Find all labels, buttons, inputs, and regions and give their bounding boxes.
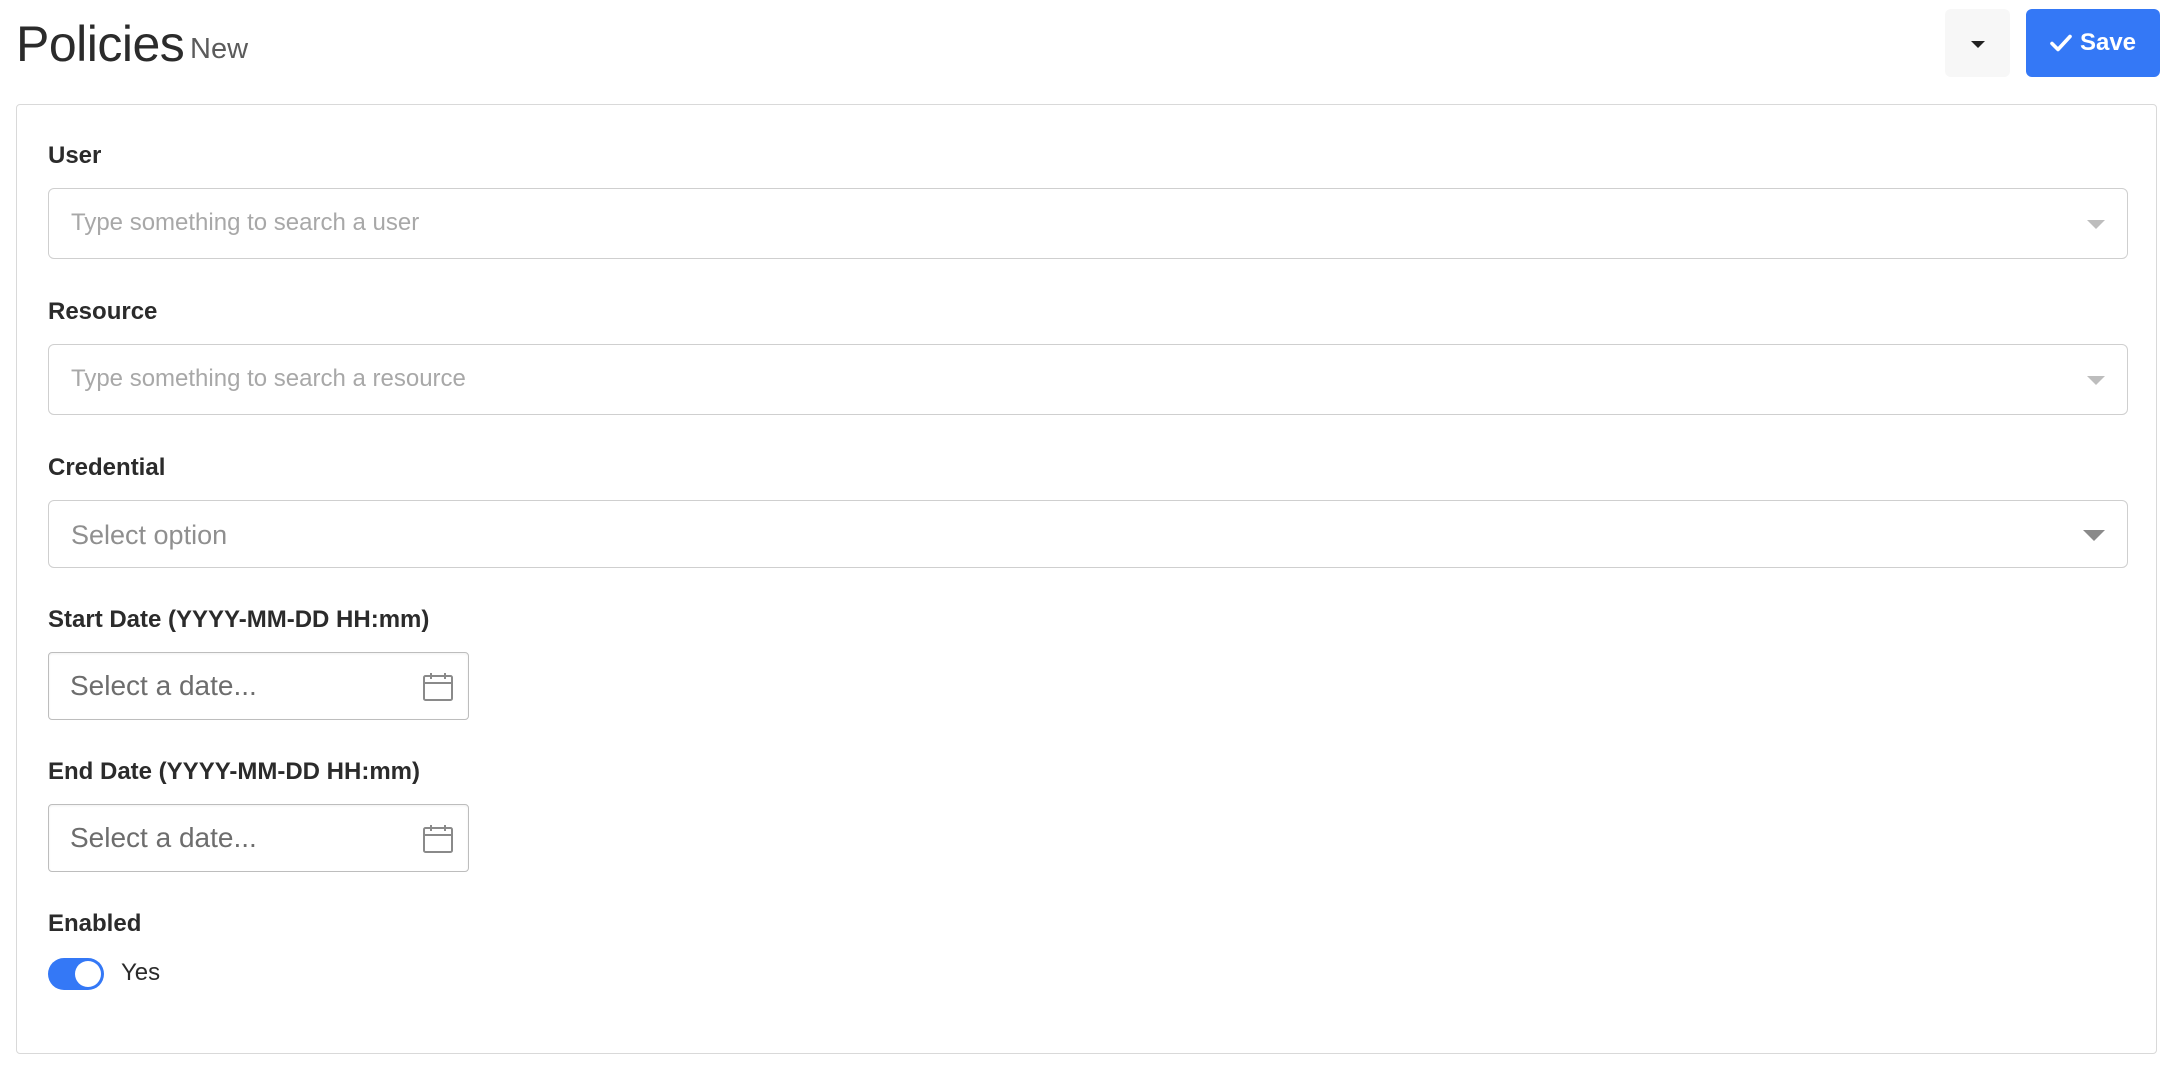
start-date-placeholder: Select a date...	[70, 670, 257, 701]
more-actions-dropdown-button[interactable]	[1945, 9, 2010, 77]
start-date-label: Start Date (YYYY-MM-DD HH:mm)	[48, 606, 430, 633]
toggle-knob	[75, 961, 101, 987]
calendar-icon[interactable]	[422, 672, 454, 702]
resource-label: Resource	[48, 298, 158, 325]
user-search-select[interactable]: Type something to search a user	[48, 188, 2128, 259]
resource-search-select[interactable]: Type something to search a resource	[48, 344, 2128, 415]
end-date-placeholder: Select a date...	[70, 822, 257, 853]
end-date-input[interactable]: Select a date...	[48, 804, 469, 872]
enabled-toggle-label: Yes	[121, 959, 161, 986]
page-header: Policies New Save	[0, 0, 2174, 100]
enabled-toggle[interactable]	[48, 958, 104, 990]
user-search-placeholder: Type something to search a user	[71, 209, 420, 236]
chevron-down-icon[interactable]	[2087, 376, 2105, 385]
credential-label: Credential	[48, 454, 166, 481]
start-date-input[interactable]: Select a date...	[48, 652, 469, 720]
credential-select[interactable]: Select option	[48, 500, 2128, 568]
policy-form: User Type something to search a user Res…	[16, 104, 2157, 1054]
credential-select-placeholder: Select option	[71, 520, 228, 550]
page-title: Policies	[16, 16, 185, 72]
chevron-down-icon[interactable]	[2083, 530, 2105, 541]
save-button-label: Save	[2079, 29, 2137, 56]
resource-search-placeholder: Type something to search a resource	[71, 365, 466, 392]
page-subtitle: New	[190, 33, 249, 65]
calendar-icon[interactable]	[422, 824, 454, 854]
caret-down-icon	[1971, 41, 1985, 48]
check-icon	[2050, 34, 2072, 52]
user-label: User	[48, 142, 102, 169]
enabled-label: Enabled	[48, 910, 142, 937]
end-date-label: End Date (YYYY-MM-DD HH:mm)	[48, 758, 421, 785]
chevron-down-icon[interactable]	[2087, 220, 2105, 229]
save-button[interactable]: Save	[2026, 9, 2160, 77]
